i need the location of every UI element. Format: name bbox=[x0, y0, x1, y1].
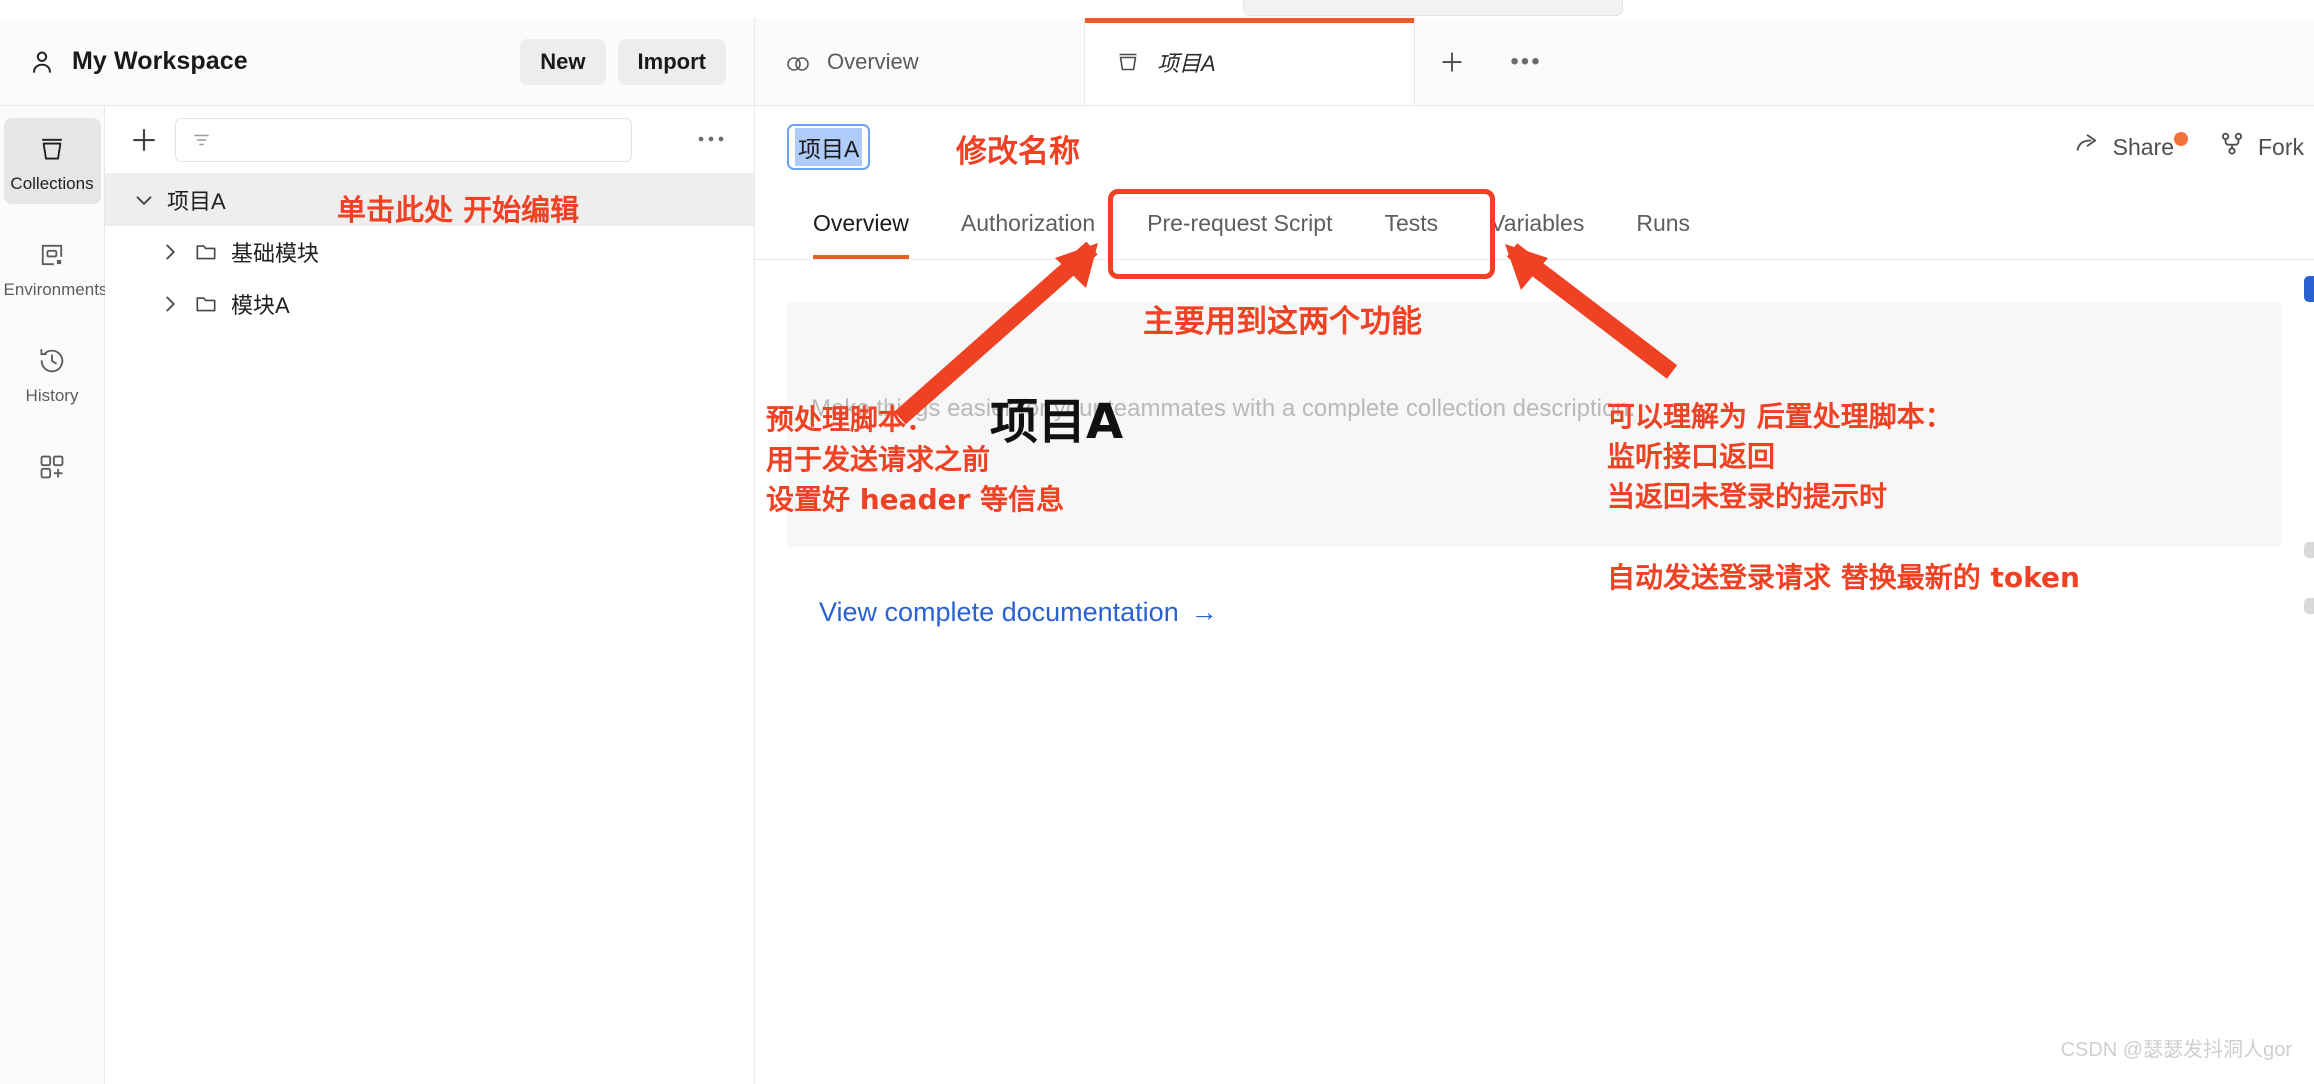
header-row: My Workspace New Import Overview 项目A ••• bbox=[0, 18, 2314, 106]
sidebar-toolbar: more-horizontal-icon bbox=[105, 106, 754, 174]
nav-tab-label: Pre-request Script bbox=[1147, 210, 1333, 236]
import-button[interactable]: Import bbox=[617, 38, 726, 85]
left-rail: Collections Environments History bbox=[0, 106, 108, 1084]
scroll-indicator-grey-2[interactable] bbox=[2304, 598, 2314, 614]
tree-item-label: 项目A bbox=[167, 189, 226, 214]
main-content: 项目A Share Fork Overview Authorization Pr… bbox=[755, 106, 2314, 1084]
view-documentation-link[interactable]: View complete documentation → bbox=[819, 597, 1218, 628]
nav-tab-label: Tests bbox=[1384, 210, 1439, 236]
overview-icon bbox=[785, 49, 811, 75]
collection-icon bbox=[1115, 49, 1141, 75]
description-section: Make things easier for your teammates wi… bbox=[755, 260, 2314, 628]
nav-tab-label: Overview bbox=[813, 210, 909, 236]
share-label: Share bbox=[2112, 133, 2174, 160]
collections-sidebar: more-horizontal-icon 项目A bbox=[105, 106, 755, 1084]
apps-grid-icon bbox=[4, 450, 101, 484]
tree-item-label: 基础模块 bbox=[231, 241, 320, 266]
sidebar-item-environments[interactable]: Environments bbox=[3, 224, 108, 310]
workspace-title: My Workspace bbox=[72, 47, 248, 75]
chevron-down-icon[interactable] bbox=[131, 187, 157, 213]
collection-name-input[interactable]: 项目A bbox=[787, 124, 871, 170]
search-input[interactable] bbox=[175, 117, 632, 162]
chevron-right-icon[interactable] bbox=[157, 239, 183, 265]
global-search-bar[interactable] bbox=[1243, 0, 1623, 16]
header-actions: Share Fork bbox=[2073, 106, 2314, 188]
tab-authorization[interactable]: Authorization bbox=[935, 188, 1121, 259]
environments-icon bbox=[4, 238, 101, 272]
arrow-right-icon: → bbox=[1190, 597, 1218, 627]
tab-runs[interactable]: Runs bbox=[1610, 188, 1716, 259]
scroll-indicator-blue[interactable] bbox=[2304, 276, 2314, 302]
tab-tests[interactable]: Tests bbox=[1358, 188, 1464, 259]
tab-pre-request-script[interactable]: Pre-request Script bbox=[1121, 188, 1358, 259]
fork-icon bbox=[2218, 130, 2246, 164]
nav-tab-label: Variables bbox=[1490, 210, 1585, 236]
plus-icon[interactable] bbox=[127, 123, 161, 157]
nav-tab-label: Runs bbox=[1636, 210, 1691, 236]
tab-label: Overview bbox=[827, 48, 919, 74]
collection-nav-tabs: Overview Authorization Pre-request Scrip… bbox=[755, 188, 2314, 260]
share-notification-dot bbox=[2174, 132, 2188, 146]
watermark: CSDN @瑟瑟发抖洞人gor bbox=[2060, 1039, 2292, 1061]
tree-item-collection[interactable]: 项目A bbox=[105, 174, 754, 226]
sidebar-more-button[interactable]: more-horizontal-icon bbox=[646, 131, 732, 149]
collection-name-value: 项目A bbox=[795, 128, 863, 166]
sidebar-item-label: Collections bbox=[10, 174, 94, 193]
sidebar-item-label: Environments bbox=[3, 280, 108, 299]
tree-item-folder-2[interactable]: 模块A bbox=[105, 278, 754, 330]
description-placeholder: Make things easier for your teammates wi… bbox=[811, 395, 1636, 422]
history-icon bbox=[4, 344, 101, 378]
share-button[interactable]: Share bbox=[2073, 130, 2188, 164]
user-icon bbox=[28, 48, 56, 76]
folder-icon bbox=[193, 291, 219, 317]
chevron-right-icon[interactable] bbox=[157, 291, 183, 317]
folder-icon bbox=[193, 239, 219, 265]
scroll-indicator-grey-1[interactable] bbox=[2304, 542, 2314, 558]
more-horizontal-icon: ••• bbox=[1510, 47, 1542, 75]
tab-overview[interactable]: Overview bbox=[787, 188, 935, 259]
share-arrow-icon bbox=[2073, 130, 2101, 164]
collection-display-title: 项目A bbox=[990, 394, 1124, 450]
tab-collection-projecta[interactable]: 项目A bbox=[1085, 18, 1415, 105]
workspace-bar: My Workspace New Import bbox=[0, 18, 755, 106]
filter-icon bbox=[194, 134, 209, 145]
tab-more-options-button[interactable]: ••• bbox=[1489, 18, 1563, 105]
sidebar-item-history[interactable]: History bbox=[4, 330, 101, 416]
tree-item-label: 模块A bbox=[231, 293, 290, 318]
sidebar-item-collections[interactable]: Collections bbox=[3, 118, 101, 204]
new-tab-button[interactable] bbox=[1415, 18, 1489, 105]
collection-header: 项目A Share Fork bbox=[755, 106, 2314, 188]
tree-item-folder-1[interactable]: 基础模块 bbox=[105, 226, 754, 278]
fork-label: Fork bbox=[2258, 133, 2304, 160]
app-root: My Workspace New Import Overview 项目A •••… bbox=[0, 0, 2314, 1084]
tab-overview[interactable]: Overview bbox=[755, 18, 1085, 105]
collections-icon bbox=[4, 132, 101, 166]
tab-bar: Overview 项目A ••• bbox=[755, 18, 2314, 106]
sidebar-item-apps[interactable] bbox=[4, 436, 101, 502]
fork-button[interactable]: Fork bbox=[2218, 130, 2304, 164]
tab-label: 项目A bbox=[1157, 50, 1216, 76]
new-button[interactable]: New bbox=[520, 38, 606, 85]
view-documentation-label: View complete documentation bbox=[819, 597, 1179, 627]
top-strip bbox=[0, 0, 2314, 18]
nav-tab-label: Authorization bbox=[960, 210, 1096, 236]
tab-variables[interactable]: Variables bbox=[1464, 188, 1610, 259]
sidebar-item-label: History bbox=[25, 386, 79, 405]
